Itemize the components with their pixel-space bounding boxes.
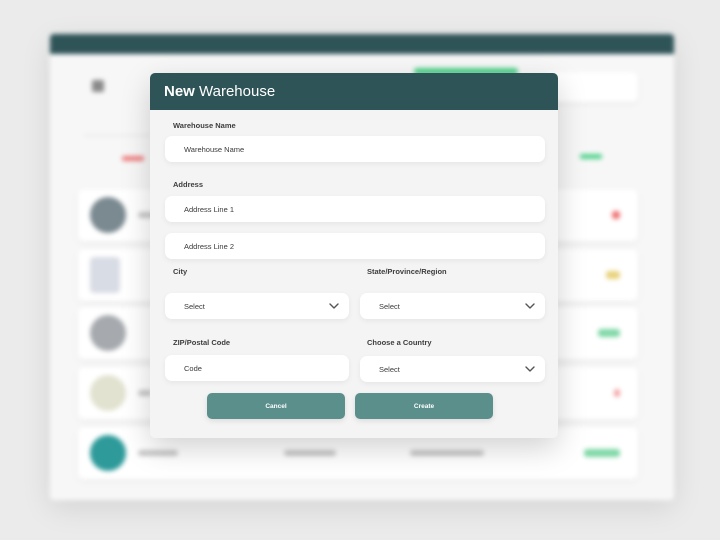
background-logo-icon	[92, 80, 104, 92]
zip-code-input[interactable]: Code	[165, 355, 349, 381]
address-line-1-placeholder: Address Line 1	[184, 204, 235, 214]
modal-title-bold: New	[164, 83, 195, 100]
modal-header: New Warehouse	[150, 73, 558, 110]
zip-label: ZIP/Postal Code	[173, 338, 231, 347]
zip-code-placeholder: Code	[184, 363, 202, 373]
background-header-button	[546, 72, 638, 102]
country-select-value: Select	[379, 364, 400, 374]
chevron-down-icon	[525, 366, 535, 372]
state-label: State/Province/Region	[367, 267, 447, 276]
city-select[interactable]: Select	[165, 293, 349, 319]
warehouse-name-label: Warehouse Name	[173, 121, 236, 130]
state-select-value: Select	[379, 301, 400, 311]
warehouse-name-placeholder: Warehouse Name	[184, 144, 245, 154]
warehouse-name-input[interactable]: Warehouse Name	[165, 136, 545, 162]
address-line-1-input[interactable]: Address Line 1	[165, 196, 545, 222]
background-tag	[580, 154, 602, 159]
background-topbar	[50, 34, 674, 54]
background-tag	[122, 156, 144, 161]
new-warehouse-modal: New Warehouse Warehouse Name Warehouse N…	[150, 73, 558, 438]
address-line-2-placeholder: Address Line 2	[184, 241, 235, 251]
modal-title: Warehouse	[194, 83, 276, 100]
chevron-down-icon	[525, 303, 535, 309]
chevron-down-icon	[329, 303, 339, 309]
city-label: City	[173, 267, 188, 276]
country-select[interactable]: Select	[360, 356, 545, 382]
address-line-2-input[interactable]: Address Line 2	[165, 233, 545, 259]
country-label: Choose a Country	[367, 338, 432, 347]
city-select-value: Select	[184, 301, 205, 311]
state-select[interactable]: Select	[360, 293, 545, 319]
create-button[interactable]: Create	[355, 393, 493, 419]
cancel-button[interactable]: Cancel	[207, 393, 345, 419]
address-label: Address	[173, 180, 204, 189]
